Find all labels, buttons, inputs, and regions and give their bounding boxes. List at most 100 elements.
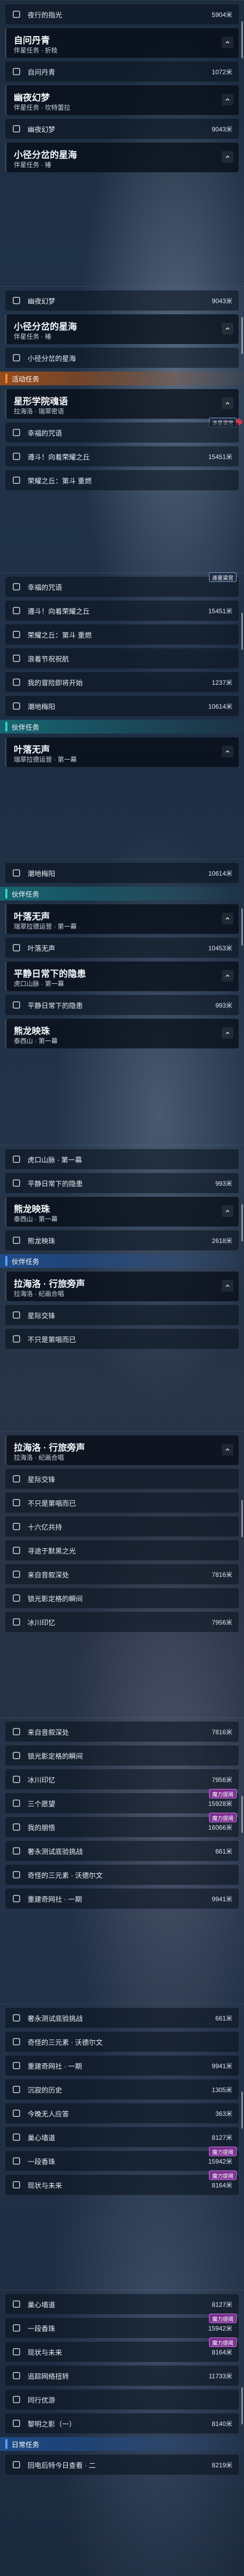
checkbox-icon[interactable]: [11, 581, 22, 593]
quest-row[interactable]: 重建奇网社 · 一期 9941米: [5, 2055, 239, 2076]
checkbox-icon[interactable]: [11, 1845, 22, 1857]
quest-row[interactable]: 我的冒险即将开始 1237米: [5, 672, 239, 692]
collapse-chevron-icon[interactable]: [222, 1444, 233, 1455]
quest-group-header[interactable]: 幽夜幻梦 伴星任务 · 坎特蕾拉: [5, 85, 239, 115]
quest-row[interactable]: 浪着节祝祝航: [5, 648, 239, 668]
collapse-chevron-icon[interactable]: [222, 913, 233, 924]
checkbox-icon[interactable]: [11, 1234, 22, 1246]
quest-row[interactable]: 今晚无人应答 363米: [5, 2103, 239, 2123]
checkbox-icon[interactable]: [11, 2131, 22, 2143]
quest-row[interactable]: 叶落无声 10453米: [5, 938, 239, 958]
checkbox-icon[interactable]: [11, 1821, 22, 1833]
quest-row[interactable]: 幽夜幻梦 9043米: [5, 119, 239, 139]
checkbox-icon[interactable]: [11, 1726, 22, 1737]
checkbox-icon[interactable]: [11, 2036, 22, 2048]
checkbox-icon[interactable]: [11, 2346, 22, 2358]
checkbox-icon[interactable]: [11, 1497, 22, 1508]
checkbox-icon[interactable]: [11, 867, 22, 879]
checkbox-icon[interactable]: [11, 2418, 22, 2429]
quest-group-header[interactable]: 小径分岔的星海 伴星任务 · 椿: [5, 143, 239, 172]
quest-row[interactable]: 幸福的咒语: [5, 577, 239, 597]
quest-group-header[interactable]: 自问丹青 伴星任务 · 折枝: [5, 28, 239, 58]
collapse-chevron-icon[interactable]: [222, 1280, 233, 1292]
quest-row[interactable]: 寻途于默黑之光: [5, 1540, 239, 1560]
checkbox-icon[interactable]: [11, 1774, 22, 1785]
checkbox-icon[interactable]: [11, 123, 22, 135]
quest-row[interactable]: 我的朋悟 16066米: [5, 1817, 239, 1837]
checkbox-icon[interactable]: [11, 8, 22, 20]
checkbox-icon[interactable]: [11, 2060, 22, 2071]
collapse-chevron-icon[interactable]: [222, 1027, 233, 1039]
quest-group-header[interactable]: 熊龙映珠 泰西山 · 第一幕: [5, 1197, 239, 1227]
scrollbar[interactable]: [241, 2092, 243, 2129]
quest-row[interactable]: 不只是第唱而已: [5, 1329, 239, 1349]
quest-row[interactable]: 不只是第唱而已: [5, 1493, 239, 1513]
quest-row[interactable]: 锁光影定格的瞬间: [5, 1588, 239, 1608]
checkbox-icon[interactable]: [11, 2370, 22, 2381]
checkbox-icon[interactable]: [11, 1521, 22, 1532]
quest-row[interactable]: 潮地梅阳 10614米: [5, 863, 239, 883]
quest-row[interactable]: 现状与未来 8164米: [5, 2342, 239, 2362]
checkbox-icon[interactable]: [11, 2012, 22, 2024]
collapse-chevron-icon[interactable]: [222, 970, 233, 982]
collapse-chevron-icon[interactable]: [222, 37, 233, 48]
quest-row[interactable]: 回电后特今日查看 · 二 8219米: [5, 2455, 239, 2475]
quest-row[interactable]: 巢心墙道 8127米: [5, 2127, 239, 2147]
checkbox-icon[interactable]: [11, 2322, 22, 2334]
quest-group-header[interactable]: 熊龙映珠 泰西山 · 第一幕: [5, 1019, 239, 1048]
collapse-chevron-icon[interactable]: [222, 398, 233, 409]
quest-row[interactable]: 来自音叙深处 7816米: [5, 1564, 239, 1584]
checkbox-icon[interactable]: [11, 999, 22, 1011]
quest-row[interactable]: 遵斗！向着荣耀之丘 15451米: [5, 601, 239, 621]
quest-row[interactable]: 重建奇网社 · 一期 9941米: [5, 1889, 239, 1909]
quest-row[interactable]: 夜行的指光 5904米: [5, 4, 239, 24]
quest-row[interactable]: 三个愿望 15928米: [5, 1793, 239, 1813]
scrollbar[interactable]: [241, 1500, 243, 1537]
checkbox-icon[interactable]: [11, 2084, 22, 2095]
quest-row[interactable]: 奢永测试底验挑战 661米: [5, 2008, 239, 2028]
checkbox-icon[interactable]: [11, 700, 22, 712]
quest-group-header[interactable]: 拉海洛 · 行旅旁声 拉海洛 · 纪画合唱: [5, 1435, 239, 1465]
collapse-chevron-icon[interactable]: [222, 746, 233, 757]
checkbox-icon[interactable]: [11, 2298, 22, 2310]
quest-group-header[interactable]: 拉海洛 · 行旅旁声 拉海洛 · 纪画合唱: [5, 1272, 239, 1301]
checkbox-icon[interactable]: [11, 1616, 22, 1628]
quest-row[interactable]: 荣耀之丘：第斗 重燃: [5, 470, 239, 490]
checkbox-icon[interactable]: [11, 451, 22, 462]
checkbox-icon[interactable]: [11, 2179, 22, 2191]
quest-row[interactable]: 星际交锋: [5, 1469, 239, 1489]
checkbox-icon[interactable]: [11, 1592, 22, 1604]
quest-row[interactable]: 潮地梅阳 10614米: [5, 696, 239, 716]
checkbox-icon[interactable]: [11, 427, 22, 438]
checkbox-icon[interactable]: [11, 605, 22, 616]
checkbox-icon[interactable]: [11, 2107, 22, 2119]
checkbox-icon[interactable]: [11, 1309, 22, 1321]
checkbox-icon[interactable]: [11, 942, 22, 954]
quest-row[interactable]: 冰川印忆 7956米: [5, 1769, 239, 1789]
quest-row[interactable]: 幽夜幻梦 9043米: [5, 290, 239, 311]
quest-row[interactable]: 奇怪的三元素 · 沃德尔文: [5, 2032, 239, 2052]
checkbox-icon[interactable]: [11, 652, 22, 664]
quest-group-header[interactable]: 平静日常下的隐患 虎口山脉 · 第一幕: [5, 961, 239, 991]
scrollbar[interactable]: [241, 1204, 243, 1241]
quest-row[interactable]: 遵斗！向着荣耀之丘 15451米: [5, 446, 239, 466]
checkbox-icon[interactable]: [11, 2155, 22, 2167]
collapse-chevron-icon[interactable]: [222, 94, 233, 105]
quest-row[interactable]: 奢永测试底验挑战 661米: [5, 1841, 239, 1861]
checkbox-icon[interactable]: [11, 1750, 22, 1761]
quest-group-header[interactable]: 叶落无声 瑞翠拉德运营 · 第一幕: [5, 904, 239, 934]
collapse-chevron-icon[interactable]: [222, 151, 233, 163]
scrollbar[interactable]: [241, 317, 243, 354]
quest-row[interactable]: 星际交锋: [5, 1305, 239, 1325]
checkbox-icon[interactable]: [11, 1893, 22, 1904]
checkbox-icon[interactable]: [11, 2394, 22, 2405]
quest-row[interactable]: 幸福的咒语: [5, 422, 239, 443]
checkbox-icon[interactable]: [11, 295, 22, 306]
quest-row[interactable]: 平静日常下的隐患 993米: [5, 995, 239, 1015]
quest-row[interactable]: 黎明之影（一） 8140米: [5, 2413, 239, 2433]
checkbox-icon[interactable]: [11, 1568, 22, 1580]
quest-row[interactable]: 冰川印忆 7956米: [5, 1612, 239, 1632]
scrollbar[interactable]: [241, 908, 243, 946]
checkbox-icon[interactable]: [11, 1177, 22, 1189]
quest-group-header[interactable]: 星形学院魂语 拉海洛 · 瑞翠密语: [5, 389, 239, 419]
